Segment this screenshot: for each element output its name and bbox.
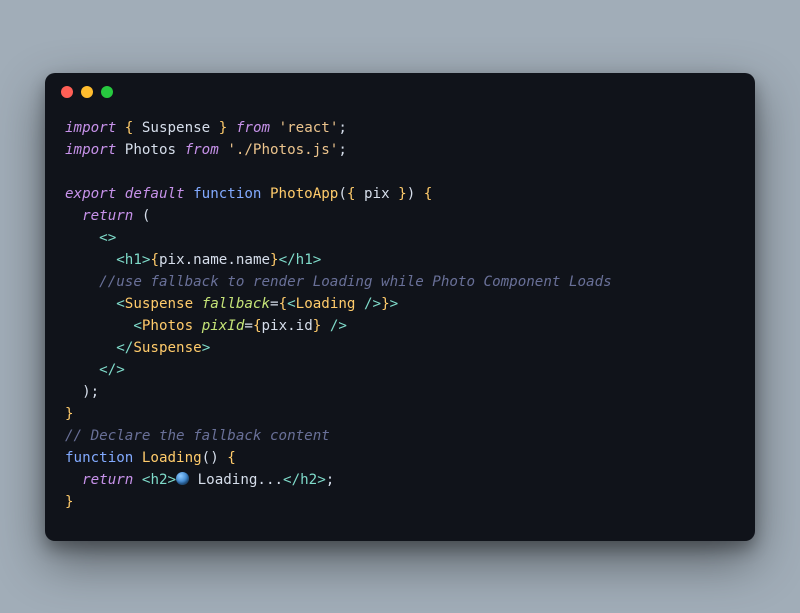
code-line: //use fallback to render Loading while P… bbox=[65, 274, 612, 290]
code-line: import Photos from './Photos.js'; bbox=[65, 142, 347, 158]
code-line: // Declare the fallback content bbox=[65, 428, 330, 444]
code-line: <Photos pixId={pix.id} /> bbox=[65, 318, 347, 334]
close-icon[interactable] bbox=[61, 86, 73, 98]
code-block: import { Suspense } from 'react'; import… bbox=[45, 111, 755, 541]
minimize-icon[interactable] bbox=[81, 86, 93, 98]
code-line: } bbox=[65, 494, 74, 510]
titlebar bbox=[45, 73, 755, 111]
code-line: <> bbox=[65, 230, 116, 246]
code-line: return <h2> Loading...</h2>; bbox=[65, 472, 334, 488]
code-line: ); bbox=[65, 384, 99, 400]
code-line: <Suspense fallback={<Loading />}> bbox=[65, 296, 398, 312]
editor-window: import { Suspense } from 'react'; import… bbox=[45, 73, 755, 541]
code-line: <h1>{pix.name.name}</h1> bbox=[65, 252, 321, 268]
code-line: </> bbox=[65, 362, 125, 378]
code-line: export default function PhotoApp({ pix }… bbox=[65, 186, 432, 202]
code-line: </Suspense> bbox=[65, 340, 210, 356]
code-line: function Loading() { bbox=[65, 450, 236, 466]
code-line: import { Suspense } from 'react'; bbox=[65, 120, 347, 136]
globe-icon bbox=[176, 472, 189, 485]
code-line: return ( bbox=[65, 208, 150, 224]
maximize-icon[interactable] bbox=[101, 86, 113, 98]
code-line: } bbox=[65, 406, 74, 422]
